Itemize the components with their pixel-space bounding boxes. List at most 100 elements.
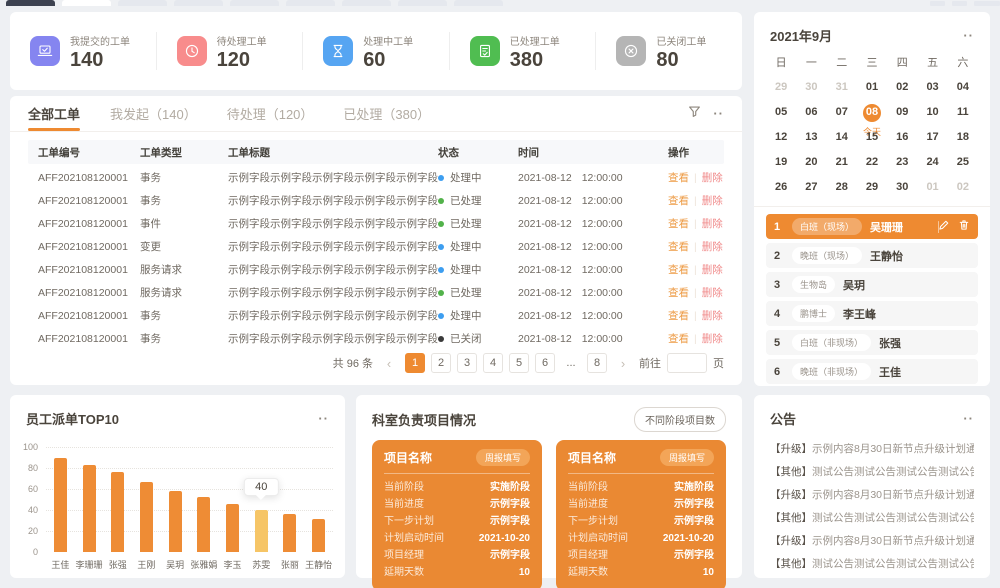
browser-tab[interactable] — [6, 0, 55, 6]
calendar-day[interactable]: 04 — [948, 75, 978, 100]
announcement-item[interactable]: 【升级】示例内容8月30日新节点升级计划通知 — [770, 484, 974, 507]
delete-link[interactable]: 删除 — [702, 310, 723, 322]
edit-icon[interactable] — [938, 218, 950, 236]
delete-link[interactable]: 删除 — [702, 333, 723, 345]
announcement-item[interactable]: 【其他】测试公告测试公告测试公告测试公告测试公告 — [770, 461, 974, 484]
view-link[interactable]: 查看 — [668, 241, 689, 253]
calendar-day[interactable]: 16 — [887, 125, 917, 150]
goto-page-input[interactable] — [667, 353, 707, 373]
chart-bar[interactable] — [54, 458, 67, 553]
calendar-day[interactable]: 02 — [948, 175, 978, 200]
chart-bar[interactable] — [312, 519, 325, 552]
view-link[interactable]: 查看 — [668, 287, 689, 299]
next-page-button[interactable]: › — [613, 353, 633, 373]
calendar-day[interactable]: 24 — [917, 150, 947, 175]
page-button[interactable]: 2 — [431, 353, 451, 373]
calendar-day[interactable]: 05 — [766, 100, 796, 125]
page-button[interactable]: 6 — [535, 353, 555, 373]
calendar-day[interactable]: 23 — [887, 150, 917, 175]
delete-link[interactable]: 删除 — [702, 195, 723, 207]
weekly-report-button[interactable]: 周报填写 — [476, 449, 530, 466]
browser-tab[interactable] — [398, 0, 447, 6]
chart-bar[interactable] — [83, 465, 96, 552]
more-icon[interactable]: ·· — [963, 411, 974, 426]
view-link[interactable]: 查看 — [668, 195, 689, 207]
more-icon[interactable]: ·· — [963, 28, 974, 43]
calendar-day[interactable]: 28 — [827, 175, 857, 200]
calendar-day[interactable]: 15 — [857, 125, 887, 150]
window-control[interactable] — [952, 1, 967, 6]
calendar-day[interactable]: 21 — [827, 150, 857, 175]
calendar-day[interactable]: 02 — [887, 75, 917, 100]
weekly-report-button[interactable]: 周报填写 — [660, 449, 714, 466]
calendar-day[interactable]: 18 — [948, 125, 978, 150]
calendar-day[interactable]: 26 — [766, 175, 796, 200]
calendar-day[interactable]: 14 — [827, 125, 857, 150]
calendar-day[interactable]: 09 — [887, 100, 917, 125]
browser-tab[interactable] — [174, 0, 223, 6]
calendar-day[interactable]: 17 — [917, 125, 947, 150]
delete-link[interactable]: 删除 — [702, 218, 723, 230]
chart-bar[interactable] — [197, 497, 210, 552]
page-button[interactable]: 4 — [483, 353, 503, 373]
calendar-day[interactable]: 07 — [827, 100, 857, 125]
calendar-day[interactable]: 30 — [796, 75, 826, 100]
worklist-tab[interactable]: 已处理（380） — [343, 96, 430, 131]
calendar-day[interactable]: 01 — [917, 175, 947, 200]
calendar-day[interactable]: 29 — [766, 75, 796, 100]
calendar-day[interactable]: 31 — [827, 75, 857, 100]
chart-bar[interactable] — [283, 514, 296, 552]
calendar-day[interactable]: 27 — [796, 175, 826, 200]
delete-link[interactable]: 删除 — [702, 241, 723, 253]
schedule-row[interactable]: 6晚班（非现场）王佳 — [766, 359, 978, 384]
worklist-tab[interactable]: 全部工单 — [28, 96, 80, 131]
browser-tab[interactable] — [454, 0, 503, 6]
chart-bar[interactable] — [111, 472, 124, 552]
chart-bar[interactable] — [169, 491, 182, 552]
browser-tab[interactable] — [286, 0, 335, 6]
view-link[interactable]: 查看 — [668, 333, 689, 345]
chart-bar[interactable] — [140, 482, 153, 552]
stage-count-button[interactable]: 不同阶段项目数 — [634, 407, 726, 432]
calendar-day[interactable]: 29 — [857, 175, 887, 200]
delete-link[interactable]: 删除 — [702, 172, 723, 184]
calendar-day[interactable]: 19 — [766, 150, 796, 175]
browser-tab[interactable] — [118, 0, 167, 6]
browser-tab[interactable] — [342, 0, 391, 6]
calendar-day[interactable]: 25 — [948, 150, 978, 175]
page-button[interactable]: 8 — [587, 353, 607, 373]
delete-link[interactable]: 删除 — [702, 287, 723, 299]
prev-page-button[interactable]: ‹ — [379, 353, 399, 373]
announcement-item[interactable]: 【升级】示例内容8月30日新节点升级计划通知 — [770, 438, 974, 461]
window-control[interactable] — [930, 1, 945, 6]
page-button[interactable]: 1 — [405, 353, 425, 373]
calendar-day[interactable]: 30 — [887, 175, 917, 200]
announcement-item[interactable]: 【升级】示例内容8月30日新节点升级计划通知 — [770, 530, 974, 553]
calendar-day[interactable]: 12 — [766, 125, 796, 150]
trash-icon[interactable] — [958, 218, 970, 236]
worklist-tab[interactable]: 待处理（120） — [227, 96, 314, 131]
announcement-item[interactable]: 【其他】测试公告测试公告测试公告测试公告测试公告 — [770, 507, 974, 530]
filter-icon[interactable] — [688, 105, 701, 123]
calendar-day[interactable]: 13 — [796, 125, 826, 150]
schedule-row[interactable]: 5白班（非现场）张强 — [766, 330, 978, 355]
view-link[interactable]: 查看 — [668, 310, 689, 322]
view-link[interactable]: 查看 — [668, 264, 689, 276]
calendar-day[interactable]: 22 — [857, 150, 887, 175]
calendar-day[interactable]: 10 — [917, 100, 947, 125]
calendar-day[interactable]: 01 — [857, 75, 887, 100]
schedule-row[interactable]: 3生物岛吴玥 — [766, 272, 978, 297]
announcement-item[interactable]: 【其他】测试公告测试公告测试公告测试公告测试公告 — [770, 553, 974, 576]
chart-bar[interactable] — [255, 510, 268, 552]
window-control[interactable] — [974, 1, 1000, 6]
chart-bar[interactable] — [226, 504, 239, 552]
more-icon[interactable]: ·· — [713, 106, 724, 121]
page-button[interactable]: 3 — [457, 353, 477, 373]
calendar-day[interactable]: 06 — [796, 100, 826, 125]
view-link[interactable]: 查看 — [668, 172, 689, 184]
calendar-day[interactable]: 08今天 — [857, 100, 887, 125]
delete-link[interactable]: 删除 — [702, 264, 723, 276]
browser-tab[interactable] — [230, 0, 279, 6]
calendar-day[interactable]: 20 — [796, 150, 826, 175]
view-link[interactable]: 查看 — [668, 218, 689, 230]
